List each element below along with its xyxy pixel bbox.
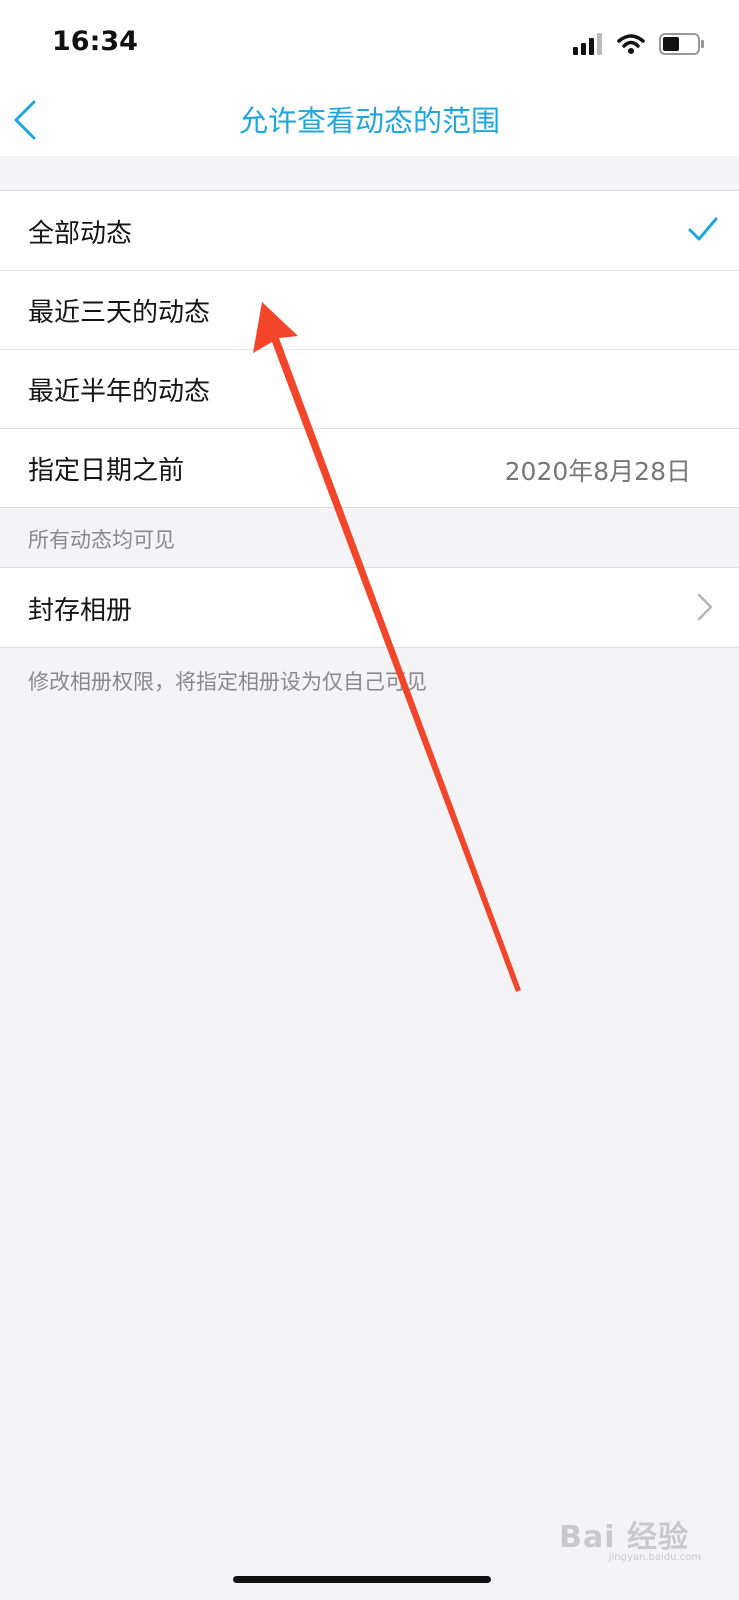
annotation-arrow-icon [253, 302, 521, 992]
watermark-logo: Bai 经验 [559, 1520, 689, 1555]
watermark-url: jingyan.baidu.com [608, 1552, 701, 1563]
home-indicator [233, 1576, 491, 1583]
